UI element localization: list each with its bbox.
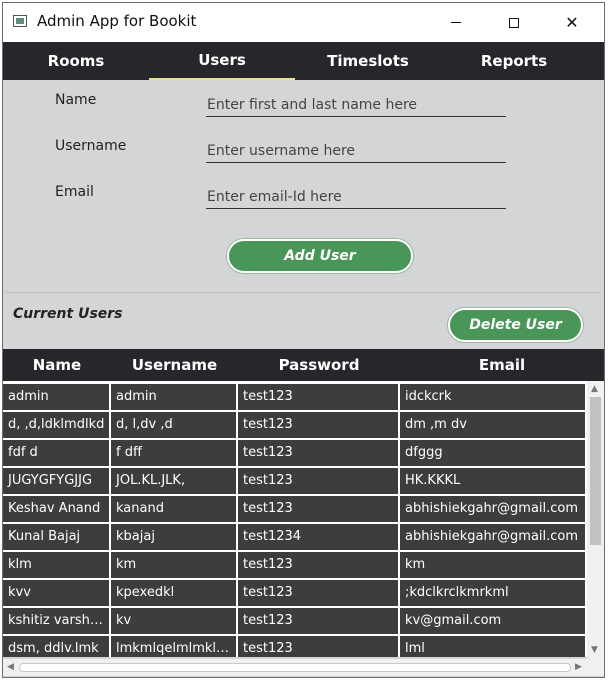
cell-password: test123 bbox=[238, 580, 398, 606]
cell-username: lmkmlqelmlmklm... bbox=[111, 636, 236, 657]
horizontal-scrollbar[interactable]: ◀ ▶ bbox=[3, 659, 587, 676]
cell-password: test123 bbox=[238, 440, 398, 466]
table-row[interactable]: fdf df dff test123 dfggg bbox=[3, 440, 587, 466]
email-label: Email bbox=[55, 184, 94, 200]
table-row[interactable]: JUGYGFYGJJG JOL.KL.JLK, test123 HK.KKKL bbox=[3, 468, 587, 494]
tab-bar: Rooms Users Timeslots Reports bbox=[3, 42, 604, 80]
cell-password: test123 bbox=[238, 496, 398, 522]
cell-email: idckcrk bbox=[400, 384, 585, 410]
cell-password: test123 bbox=[238, 468, 398, 494]
minimize-button[interactable] bbox=[433, 3, 479, 42]
table-row[interactable]: kshitiz varshney kv test123 kv@gmail.com bbox=[3, 608, 587, 634]
name-field[interactable] bbox=[206, 93, 506, 117]
scroll-right-icon[interactable]: ▶ bbox=[575, 663, 582, 672]
table-row[interactable]: dsm, ddlv.lmk lmkmlqelmlmklm... test123 lml bbox=[3, 636, 587, 657]
cell-name: fdf d bbox=[3, 440, 109, 466]
window-title: Admin App for Bookit bbox=[37, 12, 197, 30]
cell-name: d, ,d,ldklmdlkd bbox=[3, 412, 109, 438]
vertical-scrollbar[interactable]: ▲ ▼ bbox=[587, 381, 604, 659]
column-header-email[interactable]: Email bbox=[400, 349, 604, 381]
close-icon: ✕ bbox=[565, 13, 579, 32]
close-button[interactable]: ✕ bbox=[549, 3, 595, 42]
cell-password: test123 bbox=[238, 412, 398, 438]
maximize-button[interactable] bbox=[491, 3, 537, 42]
horizontal-scroll-thumb[interactable] bbox=[19, 663, 571, 672]
cell-name: kvv bbox=[3, 580, 109, 606]
cell-username: f dff bbox=[111, 440, 236, 466]
cell-username: JOL.KL.JLK, bbox=[111, 468, 236, 494]
cell-username: admin bbox=[111, 384, 236, 410]
maximize-icon bbox=[509, 17, 519, 28]
cell-email: abhishiekgahr@gmail.com bbox=[400, 496, 585, 522]
title-bar: Admin App for Bookit ✕ bbox=[3, 3, 604, 42]
vertical-scroll-thumb[interactable] bbox=[590, 397, 601, 545]
table-row[interactable]: kvv kpexedkl test123 ;kdclkrclkmrkml bbox=[3, 580, 587, 606]
users-table-body: admin admin test123 idckcrk d, ,d,ldklmdlkd d… bbox=[3, 381, 587, 657]
name-label: Name bbox=[55, 92, 97, 108]
cell-username: d, l,dv ,d bbox=[111, 412, 236, 438]
cell-name: Kunal Bajaj bbox=[3, 524, 109, 550]
table-row[interactable]: Kunal Bajaj kbajaj test1234 abhishiekgahr@g… bbox=[3, 524, 587, 550]
cell-name: admin bbox=[3, 384, 109, 410]
cell-email: abhishiekgahr@gmail.com bbox=[400, 524, 585, 550]
scrollbar-corner bbox=[587, 659, 604, 676]
cell-email: lml bbox=[400, 636, 585, 657]
cell-email: dfggg bbox=[400, 440, 585, 466]
column-header-name[interactable]: Name bbox=[3, 349, 111, 381]
cell-password: test1234 bbox=[238, 524, 398, 550]
cell-email: kv@gmail.com bbox=[400, 608, 585, 634]
cell-name: Keshav Anand bbox=[3, 496, 109, 522]
cell-name: klm bbox=[3, 552, 109, 578]
scroll-up-icon[interactable]: ▲ bbox=[591, 385, 598, 394]
add-user-button[interactable]: Add User bbox=[227, 239, 413, 273]
cell-name: kshitiz varshney bbox=[3, 608, 109, 634]
cell-email: km bbox=[400, 552, 585, 578]
username-label: Username bbox=[55, 138, 127, 154]
table-row[interactable]: d, ,d,ldklmdlkd d, l,dv ,d test123 dm ,m dv bbox=[3, 412, 587, 438]
email-field[interactable] bbox=[206, 185, 506, 209]
tab-users[interactable]: Users bbox=[149, 42, 295, 80]
delete-user-button[interactable]: Delete User bbox=[448, 308, 583, 342]
scroll-down-icon[interactable]: ▼ bbox=[591, 646, 598, 655]
cell-username: kv bbox=[111, 608, 236, 634]
section-divider bbox=[5, 292, 600, 293]
tab-reports[interactable]: Reports bbox=[441, 42, 587, 80]
cell-username: kanand bbox=[111, 496, 236, 522]
cell-password: test123 bbox=[238, 608, 398, 634]
scroll-left-icon[interactable]: ◀ bbox=[7, 663, 14, 672]
table-row[interactable]: Keshav Anand kanand test123 abhishiekgahr@g… bbox=[3, 496, 587, 522]
cell-email: HK.KKKL bbox=[400, 468, 585, 494]
cell-password: test123 bbox=[238, 384, 398, 410]
tab-timeslots[interactable]: Timeslots bbox=[295, 42, 441, 80]
cell-username: kpexedkl bbox=[111, 580, 236, 606]
app-window: Admin App for Bookit ✕ Rooms Users Times… bbox=[2, 2, 605, 678]
cell-name: dsm, ddlv.lmk bbox=[3, 636, 109, 657]
cell-password: test123 bbox=[238, 636, 398, 657]
cell-username: km bbox=[111, 552, 236, 578]
current-users-title: Current Users bbox=[13, 306, 123, 322]
cell-name: JUGYGFYGJJG bbox=[3, 468, 109, 494]
column-header-username[interactable]: Username bbox=[111, 349, 238, 381]
table-header: Name Username Password Email bbox=[3, 349, 604, 381]
cell-password: test123 bbox=[238, 552, 398, 578]
minimize-icon bbox=[451, 22, 461, 23]
tab-rooms[interactable]: Rooms bbox=[3, 42, 149, 80]
table-row[interactable]: klm km test123 km bbox=[3, 552, 587, 578]
column-header-password[interactable]: Password bbox=[238, 349, 400, 381]
cell-username: kbajaj bbox=[111, 524, 236, 550]
cell-email: dm ,m dv bbox=[400, 412, 585, 438]
table-row[interactable]: admin admin test123 idckcrk bbox=[3, 384, 587, 410]
username-field[interactable] bbox=[206, 139, 506, 163]
app-icon bbox=[13, 15, 27, 27]
cell-email: ;kdclkrclkmrkml bbox=[400, 580, 585, 606]
